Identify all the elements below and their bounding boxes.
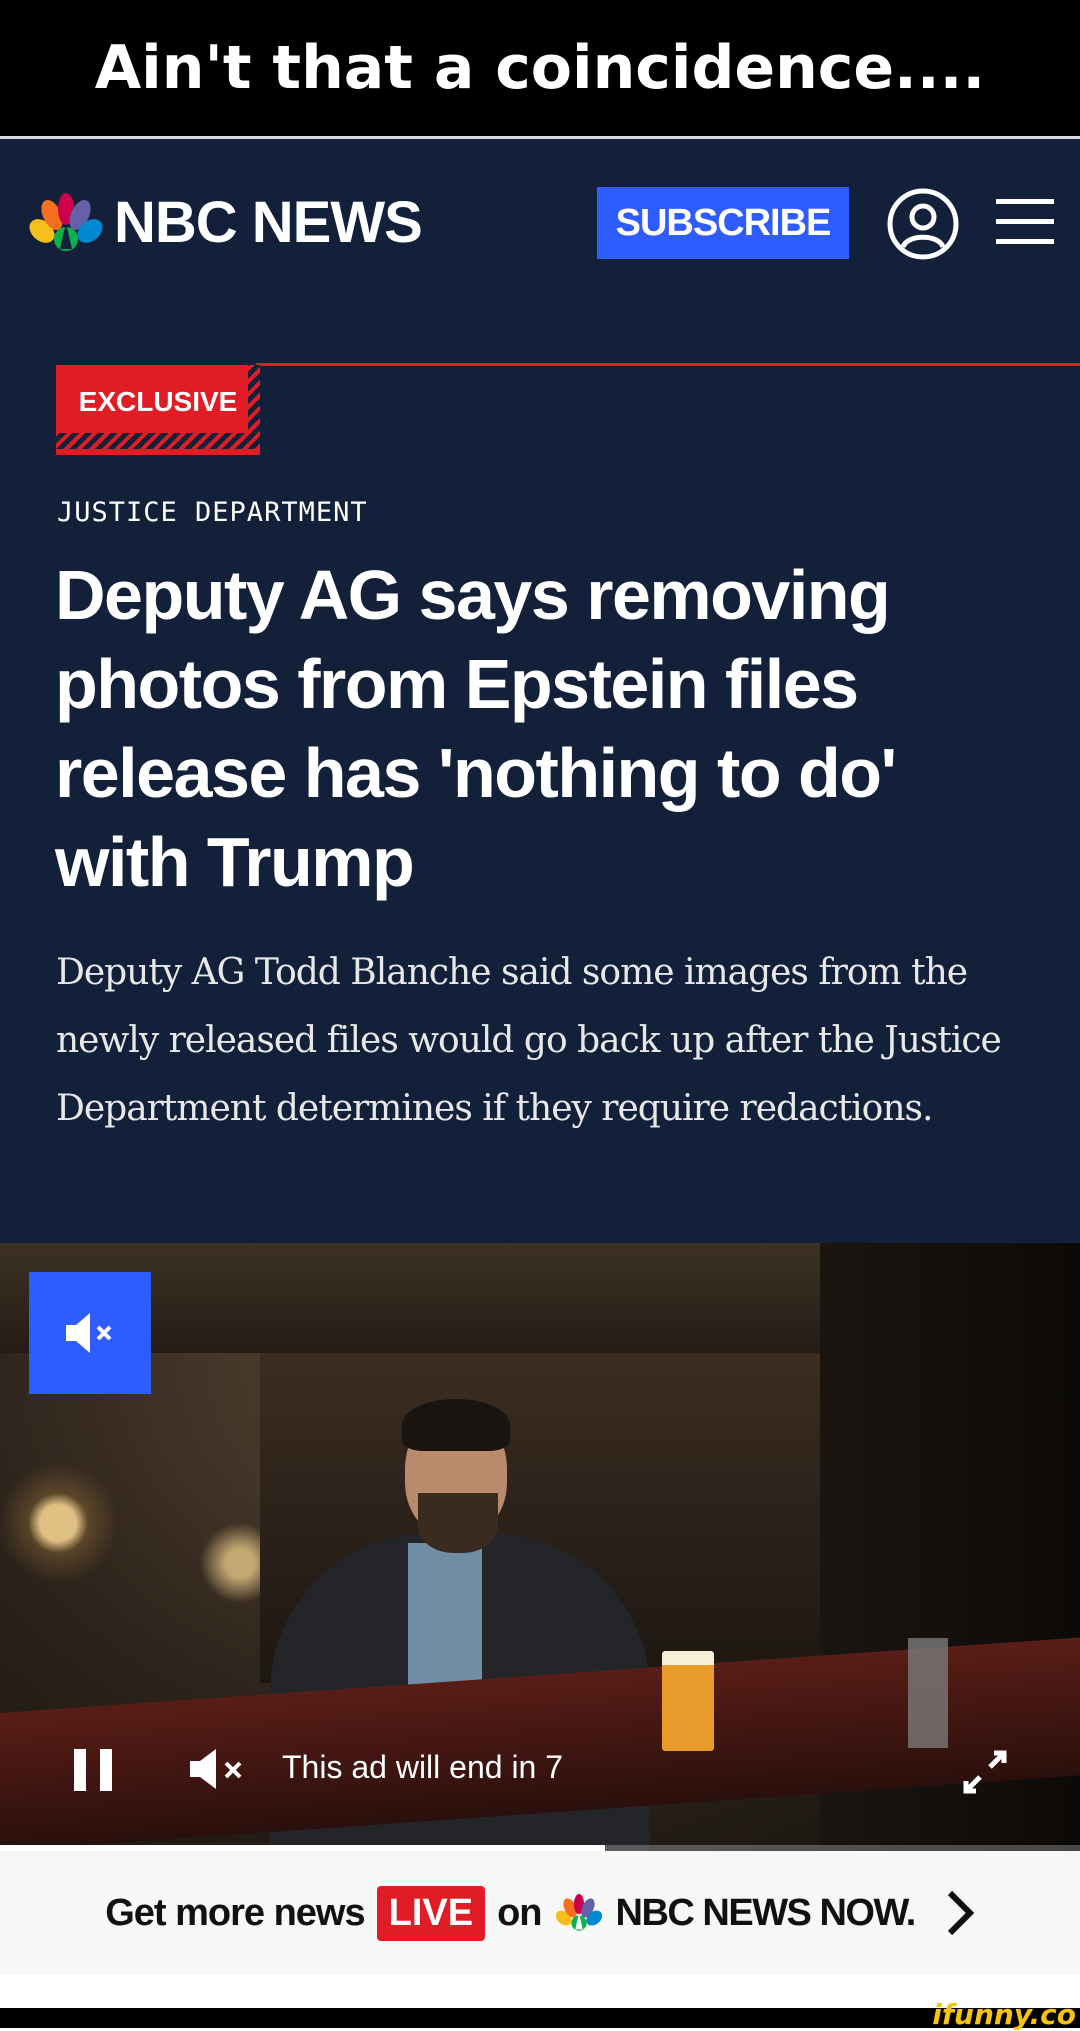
banner-on: on — [497, 1891, 542, 1934]
meme-caption: Ain't that a coincidence.... — [0, 0, 1080, 136]
video-scene-person-hair — [402, 1399, 510, 1451]
live-banner[interactable]: Get more news LIVE on NBC NEWS NOW. — [0, 1851, 1080, 1975]
section-label[interactable]: JUSTICE DEPARTMENT — [57, 497, 368, 528]
ad-countdown: This ad will end in 7 — [282, 1749, 564, 1785]
logo-text: NBC NEWS — [114, 190, 423, 255]
video-scene-person-beard — [418, 1493, 498, 1553]
unmute-button[interactable] — [29, 1272, 151, 1394]
article-headline: Deputy AG says removing photos from Epst… — [55, 556, 897, 901]
site-header: NBC NEWS SUBSCRIBE — [0, 139, 1080, 309]
exclusive-rule — [256, 363, 1080, 366]
article-dek: Deputy AG Todd Blanche said some images … — [56, 952, 1002, 1129]
peacock-icon — [29, 192, 103, 251]
chevron-right-icon[interactable] — [945, 1888, 975, 1938]
subscribe-button[interactable]: SUBSCRIBE — [597, 187, 849, 259]
watermark-bar — [0, 2008, 1080, 2028]
nbc-article-page: NBC NEWS SUBSCRIBE EXCLUSIVE JUSTICE DEP… — [0, 139, 1080, 1243]
mute-icon[interactable] — [188, 1745, 248, 1793]
account-icon[interactable] — [886, 187, 960, 261]
pause-icon[interactable] — [72, 1747, 116, 1793]
hamburger-menu-icon[interactable] — [996, 197, 1054, 247]
nbc-news-logo[interactable]: NBC NEWS — [28, 189, 423, 256]
banner-brand: NBC NEWS NOW. — [615, 1891, 917, 1934]
video-player[interactable]: This ad will end in 7 — [0, 1243, 1080, 1851]
caption-text: Ain't that a coincidence.... — [94, 33, 986, 103]
exclusive-label: EXCLUSIVE — [78, 386, 238, 417]
live-badge: LIVE — [376, 1885, 486, 1941]
banner-prefix: Get more news — [105, 1891, 365, 1934]
badge-hatch-decoration — [56, 433, 260, 449]
fullscreen-icon[interactable] — [958, 1745, 1012, 1799]
peacock-icon — [555, 1894, 602, 1931]
video-scene-glass — [908, 1638, 948, 1748]
badge-hatch-side-decoration — [248, 365, 260, 449]
watermark: ifunny.co — [932, 1998, 1076, 2031]
unmute-icon — [66, 1313, 112, 1353]
video-scene-beer-glass — [662, 1651, 714, 1751]
